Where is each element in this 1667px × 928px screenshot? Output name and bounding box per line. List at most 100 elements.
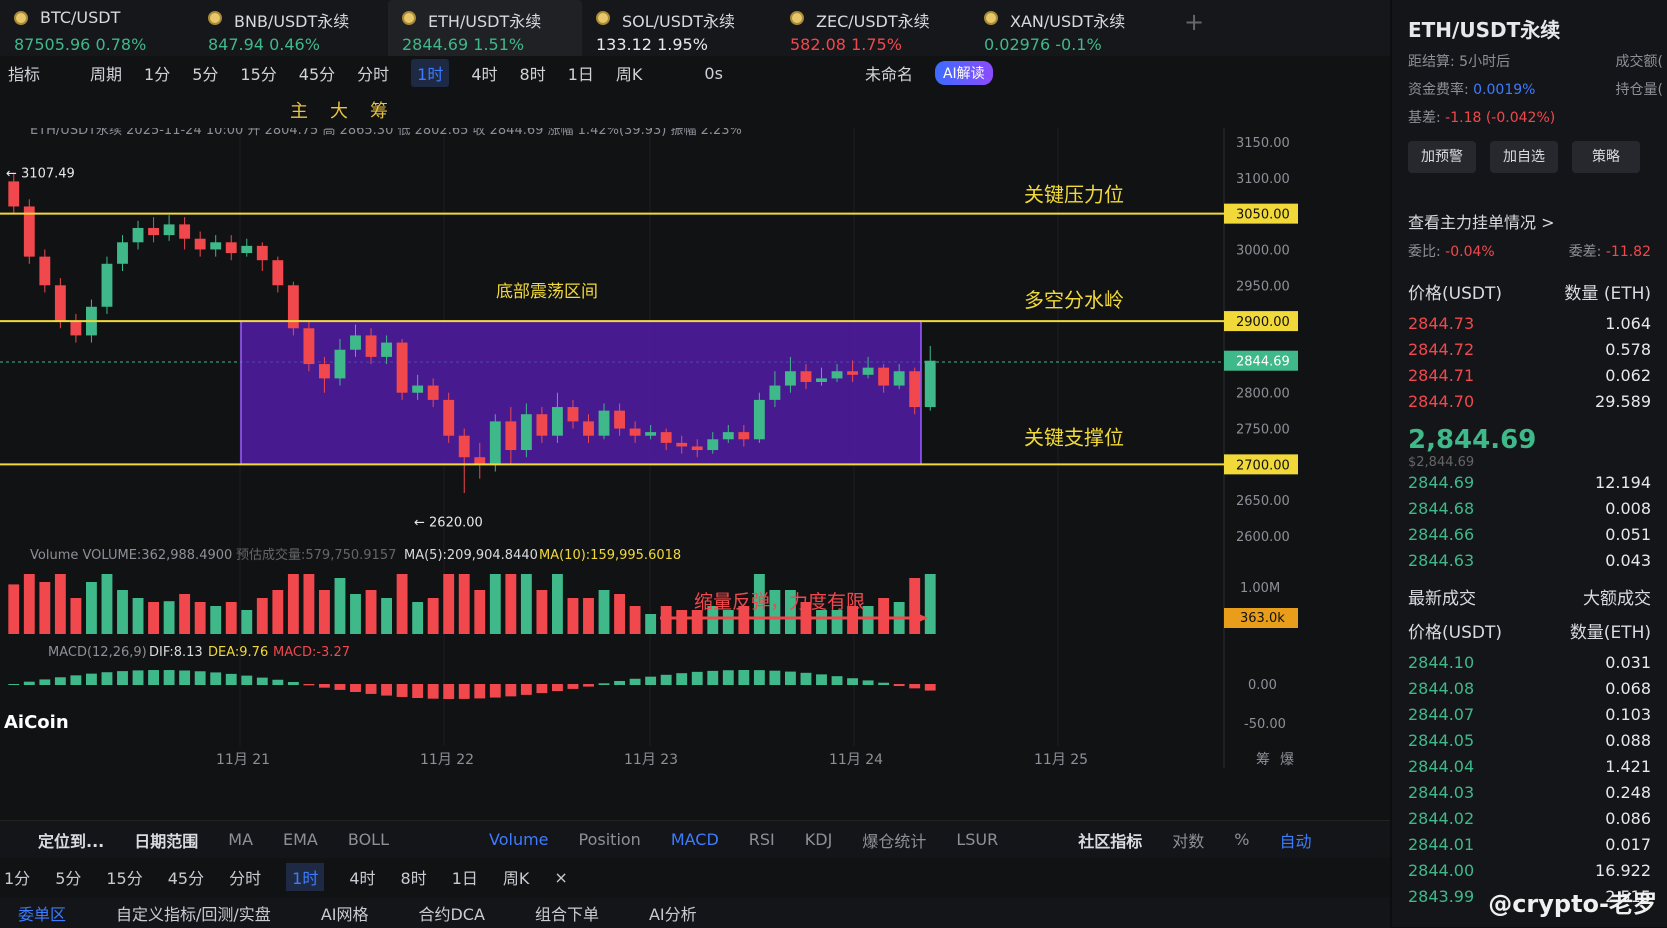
price-tick: 2800.00	[1236, 387, 1290, 402]
trade-row[interactable]: 2844.08 0.068	[1392, 676, 1667, 702]
volume-bar	[163, 601, 175, 634]
ind-rsi[interactable]: RSI	[749, 830, 775, 849]
tf-1m[interactable]: 1分	[4, 865, 30, 889]
bid-row[interactable]: 2844.63 0.043	[1392, 548, 1667, 574]
tf-line[interactable]: 分时	[229, 865, 261, 889]
tab-dca[interactable]: 合约DCA	[418, 901, 484, 925]
symbol-tab-active[interactable]: ETH/USDT永续 2844.69 1.51%	[388, 0, 582, 56]
interval-4h[interactable]: 4时	[471, 61, 497, 85]
locate-button[interactable]: 定位到...	[38, 828, 104, 852]
trade-row[interactable]: 2844.01 0.017	[1392, 832, 1667, 858]
kline-chart[interactable]: ETH/USDT永续 2025-11-24 10:00 开 2804.75 高 …	[0, 128, 1390, 818]
tab-latest-trades[interactable]: 最新成交	[1408, 582, 1476, 616]
interval-1h[interactable]: 1时	[411, 59, 450, 87]
date-range-button[interactable]: 日期范围	[134, 828, 198, 852]
symbol-tab[interactable]: SOL/USDT永续 133.12 1.95%	[582, 0, 776, 56]
volume-bar	[551, 574, 563, 634]
col-qty[interactable]: 数量 (ETH)	[1564, 277, 1651, 311]
volume-note: 缩量反弹，力度有限	[694, 591, 865, 613]
symbol-tab[interactable]: ZEC/USDT永续 582.08 1.75%	[776, 0, 970, 56]
candle	[707, 439, 719, 451]
macd-bar	[660, 674, 672, 685]
ask-qty: 29.589	[1595, 392, 1651, 411]
big-button[interactable]: 大	[330, 97, 348, 123]
interval-1m[interactable]: 1分	[144, 61, 170, 85]
tab-custom[interactable]: 自定义指标/回测/实盘	[116, 901, 271, 925]
trade-row[interactable]: 2844.03 0.248	[1392, 780, 1667, 806]
ai-button[interactable]: AI解读	[934, 61, 993, 85]
tf-1h[interactable]: 1时	[286, 863, 325, 891]
community-ind[interactable]: 社区指标	[1078, 828, 1142, 852]
ind-ema[interactable]: EMA	[283, 830, 318, 849]
ask-row[interactable]: 2844.73 1.064	[1392, 311, 1667, 337]
interval-45m[interactable]: 45分	[299, 61, 335, 85]
interval-timeline[interactable]: 分时	[357, 61, 389, 85]
ind-macd[interactable]: MACD	[671, 830, 719, 849]
tf-4h[interactable]: 4时	[349, 865, 375, 889]
indicator-button[interactable]: 指标	[8, 61, 40, 85]
trade-row[interactable]: 2844.07 0.103	[1392, 702, 1667, 728]
tf-5m[interactable]: 5分	[55, 865, 81, 889]
volume-bar	[645, 614, 657, 634]
tab-large-trades[interactable]: 大额成交	[1583, 582, 1651, 616]
trade-row[interactable]: 2844.00 16.922	[1392, 858, 1667, 884]
bid-row[interactable]: 2844.66 0.051	[1392, 522, 1667, 548]
ind-lsur[interactable]: LSUR	[956, 830, 998, 849]
main-orders-link[interactable]: 查看主力挂单情况 >	[1392, 173, 1667, 233]
watchlist-button[interactable]: 加自选	[1490, 141, 1558, 173]
tab-grid[interactable]: AI网格	[321, 901, 369, 925]
aicoin-logo: AiCoin	[4, 712, 69, 733]
percent-toggle[interactable]: %	[1234, 830, 1249, 849]
col-qty2[interactable]: 数量(ETH)	[1570, 616, 1651, 650]
symbol-tab[interactable]: BTC/USDT 87505.96 0.78%	[0, 0, 194, 56]
chip-corner[interactable]: 筹	[1256, 751, 1270, 768]
ask-row[interactable]: 2844.71 0.062	[1392, 363, 1667, 389]
trade-row[interactable]: 2844.02 0.086	[1392, 806, 1667, 832]
bid-row[interactable]: 2844.68 0.008	[1392, 496, 1667, 522]
tf-1d[interactable]: 1日	[452, 865, 478, 889]
trade-row[interactable]: 2844.10 0.031	[1392, 650, 1667, 676]
symbol-tab[interactable]: BNB/USDT永续 847.94 0.46%	[194, 0, 388, 56]
candle	[614, 410, 626, 429]
trade-row[interactable]: 2844.04 1.421	[1392, 754, 1667, 780]
trade-row[interactable]: 2844.05 0.088	[1392, 728, 1667, 754]
indicator-bar: 定位到... 日期范围 MA EMA BOLL Volume Position …	[0, 820, 1390, 858]
main-button[interactable]: 主	[290, 97, 308, 123]
ask-row[interactable]: 2844.72 0.578	[1392, 337, 1667, 363]
interval-15m[interactable]: 15分	[240, 61, 276, 85]
layout-name[interactable]: 未命名	[865, 61, 913, 85]
ind-volume[interactable]: Volume	[489, 830, 549, 849]
tf-8h[interactable]: 8时	[401, 865, 427, 889]
interval-week[interactable]: 周K	[616, 61, 643, 85]
tab-orders[interactable]: 委单区	[0, 901, 66, 925]
chip-button[interactable]: 筹	[370, 97, 388, 123]
ind-position[interactable]: Position	[579, 830, 641, 849]
auto-toggle[interactable]: 自动	[1279, 828, 1311, 852]
alert-button[interactable]: 加预警	[1408, 141, 1476, 173]
add-tab-icon[interactable]: +	[1164, 0, 1224, 56]
ind-ma[interactable]: MA	[228, 830, 253, 849]
tf-15m[interactable]: 15分	[106, 865, 142, 889]
tf-week[interactable]: 周K	[503, 865, 530, 889]
macd-bar	[909, 684, 921, 689]
tf-45m[interactable]: 45分	[168, 865, 204, 889]
interval-8h[interactable]: 8时	[520, 61, 546, 85]
ind-boll[interactable]: BOLL	[348, 830, 389, 849]
tab-ai[interactable]: AI分析	[649, 901, 697, 925]
strategy-button[interactable]: 策略	[1572, 141, 1640, 173]
symbol-tab[interactable]: XAN/USDT永续 0.02976 -0.1%	[970, 0, 1164, 56]
log-toggle[interactable]: 对数	[1172, 828, 1204, 852]
ask-row[interactable]: 2844.70 29.589	[1392, 389, 1667, 415]
period-button[interactable]: 周期	[90, 61, 122, 85]
ind-liq[interactable]: 爆仓统计	[862, 828, 926, 852]
close-icon[interactable]: ×	[554, 868, 567, 887]
bid-row[interactable]: 2844.69 12.194	[1392, 470, 1667, 496]
ratio-label: 委比:	[1408, 244, 1441, 260]
liq-corner[interactable]: 爆	[1280, 752, 1294, 768]
macd-bar	[567, 684, 579, 689]
tab-combo[interactable]: 组合下单	[535, 901, 599, 925]
ind-kdj[interactable]: KDJ	[805, 830, 833, 849]
candle	[70, 321, 82, 336]
interval-5m[interactable]: 5分	[192, 61, 218, 85]
interval-1d[interactable]: 1日	[568, 61, 594, 85]
